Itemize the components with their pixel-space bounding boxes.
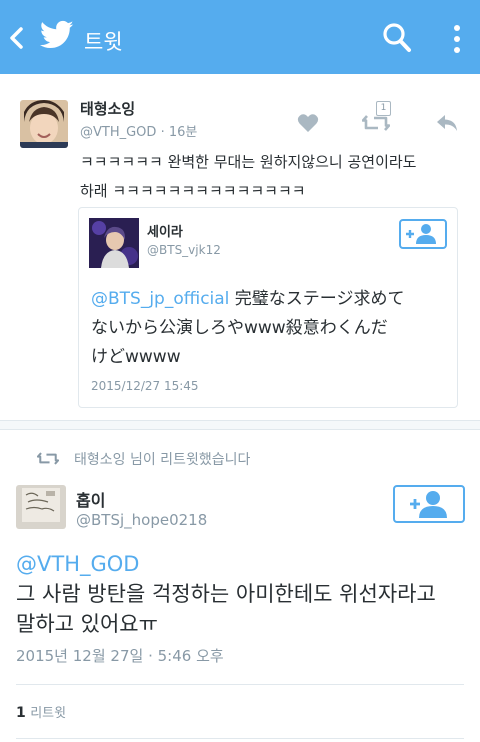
twitter-bird-icon <box>40 20 74 49</box>
retweet-count-value: 1 <box>380 103 387 113</box>
quoted-author-handle[interactable]: @BTS_vjk12 <box>147 243 221 257</box>
main-timestamp: 2015년 12월 27일 · 5:46 오후 <box>16 645 224 666</box>
main-text-line: 그 사람 방탄을 걱정하는 아미한테도 위선자라고 <box>16 582 436 606</box>
reply-author-name[interactable]: 태형소잉 <box>80 98 135 119</box>
back-arrow-icon[interactable] <box>6 24 28 52</box>
meta-separator: · <box>148 647 153 665</box>
retweet-count: 1 <box>16 705 26 721</box>
meta-separator: · <box>160 125 165 140</box>
reply-author-handle[interactable]: @VTH_GOD <box>80 125 156 140</box>
main-text-line: 말하고 있어요ㅠ <box>16 612 158 636</box>
retweet-count-badge: 1 <box>376 101 391 116</box>
divider <box>16 738 464 739</box>
reply-icon[interactable] <box>435 113 459 133</box>
quoted-timestamp: 2015/12/27 15:45 <box>91 379 199 393</box>
retweet-stats[interactable]: 1 리트윗 <box>16 702 66 721</box>
add-user-icon <box>410 491 447 518</box>
add-user-icon <box>406 224 436 244</box>
reply-time-ago: 16분 <box>168 125 198 140</box>
reply-text-line: 하래 ㅋㅋㅋㅋㅋㅋㅋㅋㅋㅋㅋㅋㅋㅋ <box>80 182 306 200</box>
main-tweet-text: 그 사람 방탄을 걱정하는 아미한테도 위선자라고 말하고 있어요ㅠ <box>16 579 476 639</box>
retweet-icon <box>37 452 59 465</box>
more-vertical-icon[interactable] <box>450 22 464 56</box>
heart-icon[interactable] <box>297 113 319 133</box>
main-author-name[interactable]: 홉이 <box>76 487 105 511</box>
reply-mention-link[interactable]: @VTH_GOD <box>16 549 139 579</box>
follow-button[interactable] <box>393 485 465 523</box>
quoted-text-line: @BTS_jp_official 完璧なステージ求めて <box>91 285 451 314</box>
avatar[interactable] <box>89 218 139 268</box>
reply-meta: @VTH_GOD · 16분 <box>80 121 197 140</box>
retweet-label: 리트윗 <box>30 706 67 721</box>
section-divider <box>0 420 480 430</box>
mention-link[interactable]: @BTS_jp_official <box>91 289 229 309</box>
quoted-tweet-card[interactable]: 세이라 @BTS_vjk12 @BTS_jp_official 完璧なステージ求… <box>78 207 458 408</box>
quoted-text-line: けどwwww <box>91 347 181 367</box>
quoted-author-name[interactable]: 세이라 <box>147 221 183 240</box>
app-bar: 트윗 <box>0 0 480 74</box>
quoted-text-fragment: 完璧なステージ求めて <box>229 289 405 309</box>
divider <box>16 684 464 685</box>
quoted-tweet-text: @BTS_jp_official 完璧なステージ求めて ないから公演しろやwww… <box>91 285 451 372</box>
search-icon[interactable] <box>382 22 412 54</box>
reply-text-line: ㅋㅋㅋㅋㅋㅋ 완벽한 무대는 원하지않으니 공연이라도 <box>80 153 417 171</box>
main-author-handle[interactable]: @BTSj_hope0218 <box>76 511 207 529</box>
follow-button[interactable] <box>399 219 447 249</box>
avatar[interactable] <box>20 100 68 148</box>
reply-tweet-text: ㅋㅋㅋㅋㅋㅋ 완벽한 무대는 원하지않으니 공연이라도 하래 ㅋㅋㅋㅋㅋㅋㅋㅋㅋ… <box>80 148 475 206</box>
main-time: 5:46 오후 <box>157 647 224 665</box>
avatar[interactable] <box>16 485 66 529</box>
main-date: 2015년 12월 27일 <box>16 647 144 665</box>
page-title: 트윗 <box>84 30 123 54</box>
quoted-text-line: ないから公演しろやwww殺意わくんだ <box>91 318 388 338</box>
retweet-context-text[interactable]: 태형소잉 님이 리트윗했습니다 <box>74 449 250 469</box>
